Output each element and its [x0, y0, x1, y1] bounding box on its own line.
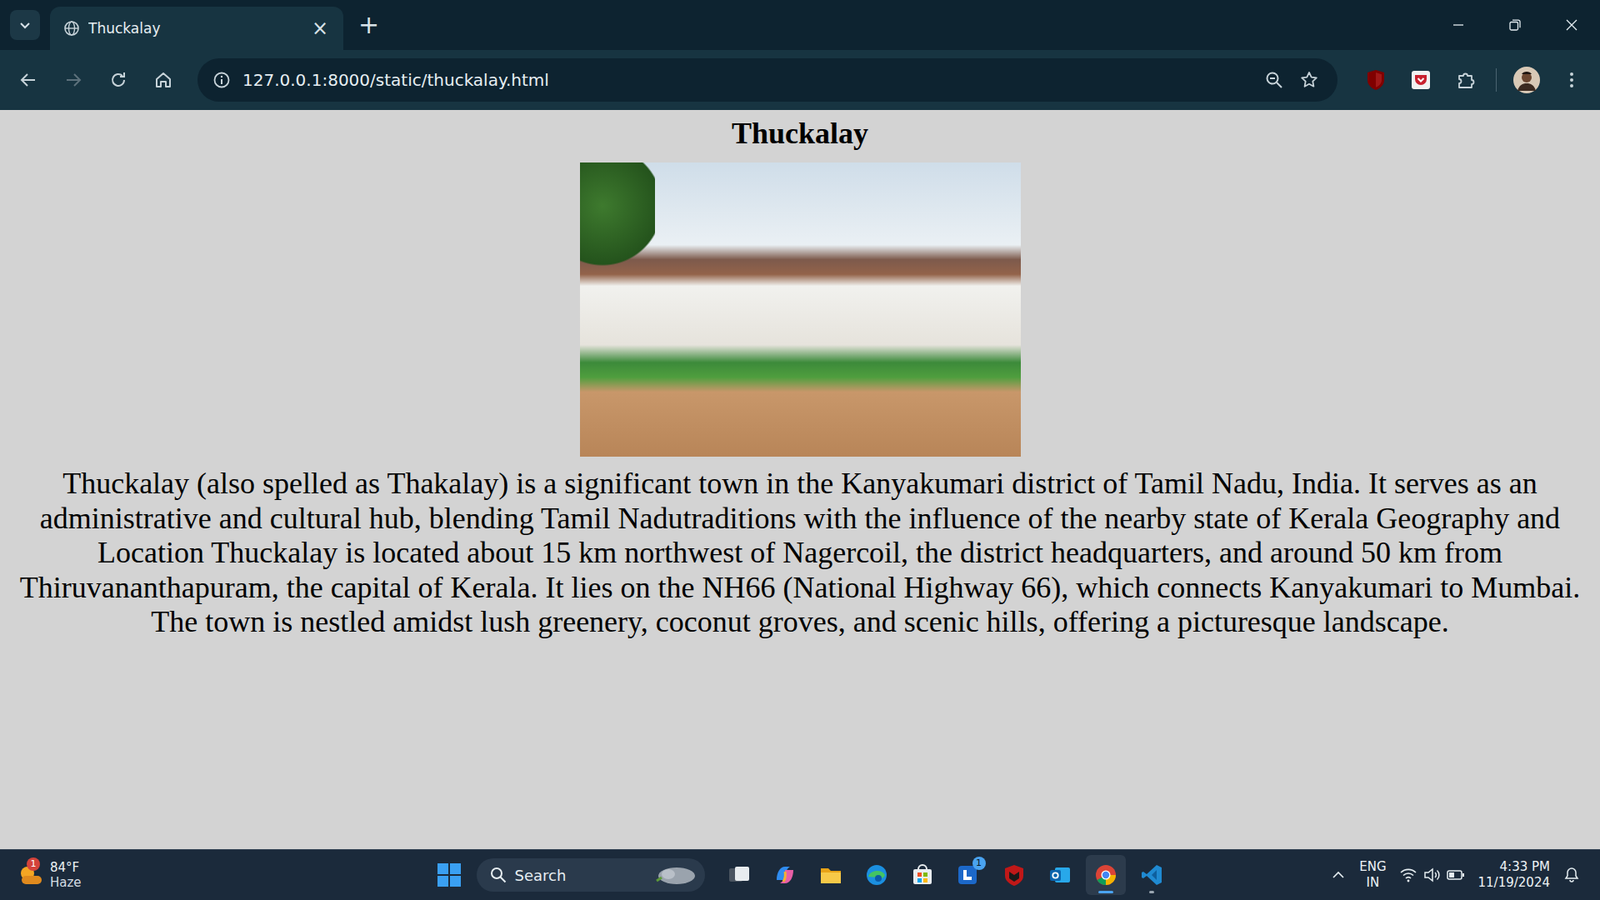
taskbar-app[interactable] — [994, 855, 1035, 895]
globe-icon — [63, 20, 80, 37]
close-icon — [1565, 18, 1579, 32]
zoom-out-icon[interactable] — [1264, 70, 1285, 90]
back-arrow-icon — [18, 70, 39, 90]
toolbar-separator — [1495, 68, 1497, 92]
minimize-icon — [1451, 18, 1465, 32]
forward-arrow-icon — [63, 70, 84, 90]
task-view-icon — [727, 863, 751, 887]
page-paragraph: Thuckalay (also spelled as Thakalay) is … — [13, 466, 1587, 640]
running-indicator — [1098, 890, 1114, 894]
ublock-extension[interactable] — [1357, 61, 1395, 99]
taskbar-app[interactable] — [810, 855, 851, 895]
taskbar-app[interactable] — [856, 855, 897, 895]
site-info-button[interactable] — [209, 70, 235, 90]
search-icon — [490, 866, 507, 884]
browser-menu-button[interactable] — [1553, 61, 1590, 99]
minimize-button[interactable] — [1430, 0, 1487, 50]
puzzle-icon — [1455, 69, 1477, 91]
mcafee-shield-icon — [1002, 863, 1026, 887]
folder-icon — [819, 863, 843, 887]
taskbar-app[interactable] — [1131, 855, 1172, 895]
search-placeholder: Search — [515, 866, 644, 885]
restore-button[interactable] — [1486, 0, 1544, 50]
battery-icon — [1446, 867, 1465, 883]
reload-icon — [108, 70, 129, 90]
browser-screen: Thuckalay × + 127.0.0.1:8000/static/thuc… — [0, 0, 1600, 900]
region-code: IN — [1366, 875, 1380, 891]
extensions-menu-button[interactable] — [1447, 61, 1485, 99]
weather-badge: 1 — [26, 857, 40, 871]
start-button[interactable] — [429, 855, 470, 895]
home-icon — [153, 70, 174, 90]
clock[interactable]: 4:33 PM 11/19/2024 — [1478, 859, 1550, 891]
tab-search-button[interactable] — [10, 10, 40, 40]
tree-shape — [580, 162, 655, 271]
language-code: ENG — [1359, 859, 1386, 875]
notification-bell-icon[interactable] — [1563, 866, 1580, 884]
taskbar-app[interactable]: 1 — [948, 855, 989, 895]
taskbar-app[interactable] — [719, 855, 760, 895]
copilot-icon — [773, 863, 797, 887]
new-tab-button[interactable]: + — [358, 12, 380, 38]
taskbar-app[interactable] — [765, 855, 805, 895]
kebab-menu-icon — [1561, 70, 1582, 90]
restore-icon — [1508, 18, 1522, 32]
page-heading: Thuckalay — [13, 116, 1587, 151]
town-photo — [580, 162, 1021, 457]
url-text[interactable]: 127.0.0.1:8000/static/thuckalay.html — [242, 70, 1250, 90]
wifi-icon — [1400, 867, 1417, 883]
chevron-down-icon — [17, 17, 33, 33]
clock-date: 11/19/2024 — [1478, 875, 1550, 891]
profile-avatar[interactable] — [1508, 61, 1545, 99]
extension-button[interactable] — [1402, 61, 1440, 99]
tab-title: Thuckalay — [88, 20, 300, 37]
browser-tab[interactable]: Thuckalay × — [50, 6, 344, 50]
windows-logo-icon — [436, 862, 462, 888]
system-status[interactable] — [1400, 867, 1465, 883]
forward-button[interactable] — [55, 61, 92, 99]
input-language[interactable]: ENG IN — [1359, 859, 1386, 891]
tab-close-button[interactable]: × — [308, 16, 332, 40]
weather-condition: Haze — [50, 875, 82, 890]
running-indicator — [1149, 890, 1155, 894]
web-page: Thuckalay Thuckalay (also spelled as Tha… — [0, 110, 1600, 850]
close-window-button[interactable] — [1543, 0, 1600, 50]
search-highlight-icon — [651, 862, 697, 888]
reload-button[interactable] — [100, 61, 137, 99]
volume-icon — [1423, 867, 1440, 883]
profile-photo-icon — [1513, 66, 1540, 94]
tab-strip: Thuckalay × + — [0, 0, 1600, 50]
address-bar[interactable]: 127.0.0.1:8000/static/thuckalay.html — [197, 58, 1338, 102]
clock-time: 4:33 PM — [1500, 859, 1550, 875]
back-button[interactable] — [10, 61, 47, 99]
edge-icon — [865, 863, 889, 887]
taskbar: 1 84°F Haze Search 1 ENG IN 4:33 PM 11/1… — [0, 849, 1600, 900]
info-icon — [212, 70, 231, 90]
taskbar-search[interactable]: Search — [476, 858, 705, 892]
app-badge: 1 — [972, 856, 986, 870]
taskbar-app[interactable] — [902, 855, 943, 895]
chrome-icon — [1094, 863, 1118, 887]
store-icon — [910, 863, 935, 887]
taskbar-app[interactable] — [1085, 855, 1126, 895]
weather-widget[interactable]: 1 84°F Haze — [16, 860, 82, 890]
home-button[interactable] — [145, 61, 182, 99]
taskbar-app[interactable] — [1040, 855, 1080, 895]
outlook-icon — [1048, 863, 1072, 887]
chevron-up-icon[interactable] — [1330, 867, 1346, 883]
toolbar: 127.0.0.1:8000/static/thuckalay.html — [0, 50, 1600, 110]
ublock-shield-icon — [1365, 69, 1386, 91]
pocket-icon — [1410, 70, 1431, 90]
vscode-icon — [1140, 863, 1164, 887]
weather-temperature: 84°F — [50, 860, 82, 875]
bookmark-star-icon[interactable] — [1299, 70, 1320, 90]
